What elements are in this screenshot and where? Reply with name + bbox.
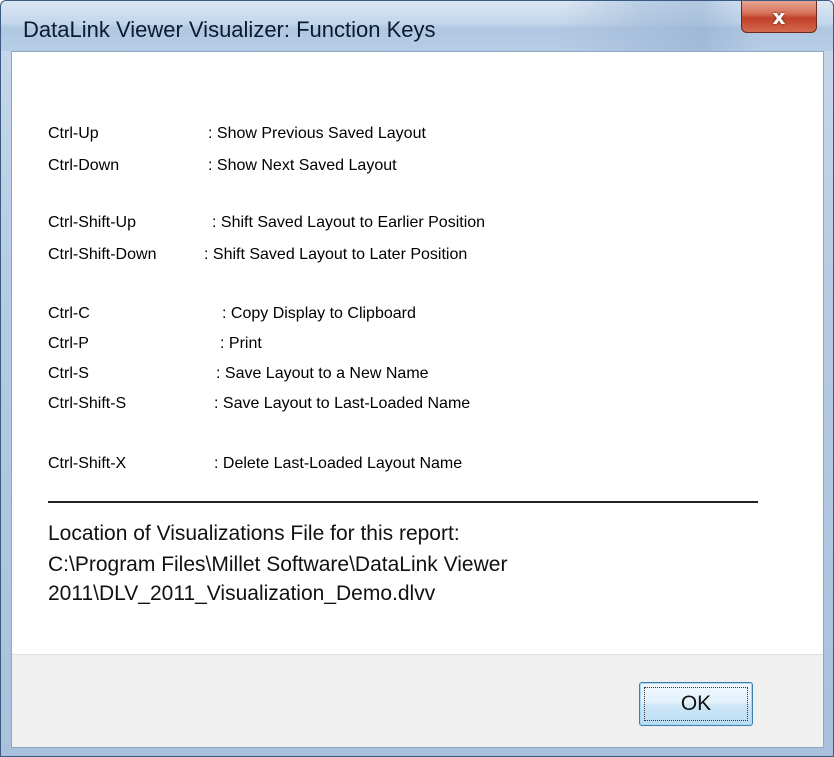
location-path-line-1: C:\Program Files\Millet Software\DataLin…	[48, 553, 508, 576]
shortcut-description: : Delete Last-Loaded Layout Name	[214, 455, 463, 472]
shortcut-description: : Copy Display to Clipboard	[222, 305, 416, 322]
section-divider	[48, 501, 758, 503]
shortcut-description: : Shift Saved Layout to Later Position	[204, 246, 468, 263]
ok-button[interactable]: OK	[639, 682, 753, 726]
shortcut-key: Ctrl-Shift-Up	[48, 214, 137, 231]
shortcut-key: Ctrl-Shift-S	[48, 395, 127, 412]
shortcut-description: : Show Next Saved Layout	[208, 157, 397, 174]
shortcut-key: Ctrl-Shift-Down	[48, 246, 157, 263]
location-heading: Location of Visualizations File for this…	[48, 522, 460, 545]
shortcut-description: : Show Previous Saved Layout	[208, 125, 426, 142]
title-bar-glass	[561, 1, 761, 51]
shortcut-key: Ctrl-Up	[48, 125, 99, 142]
shortcut-key: Ctrl-S	[48, 365, 89, 382]
close-button[interactable]: x	[741, 1, 817, 33]
shortcut-key: Ctrl-C	[48, 305, 90, 322]
button-footer: OK	[12, 654, 823, 747]
shortcut-key: Ctrl-P	[48, 335, 89, 352]
shortcut-description: : Print	[220, 335, 262, 352]
shortcut-description: : Save Layout to Last-Loaded Name	[214, 395, 471, 412]
shortcut-key: Ctrl-Down	[48, 157, 120, 174]
focus-rectangle	[644, 687, 748, 721]
shortcut-key: Ctrl-Shift-X	[48, 455, 127, 472]
window-title: DataLink Viewer Visualizer: Function Key…	[23, 17, 436, 42]
location-path-line-2: 2011\DLV_2011_Visualization_Demo.dlvv	[48, 582, 436, 605]
title-bar[interactable]: DataLink Viewer Visualizer: Function Key…	[1, 1, 833, 51]
shortcut-description: : Save Layout to a New Name	[216, 365, 429, 382]
dialog-window: DataLink Viewer Visualizer: Function Key…	[0, 0, 834, 757]
close-icon: x	[772, 4, 786, 29]
shortcut-description: : Shift Saved Layout to Earlier Position	[212, 214, 486, 231]
